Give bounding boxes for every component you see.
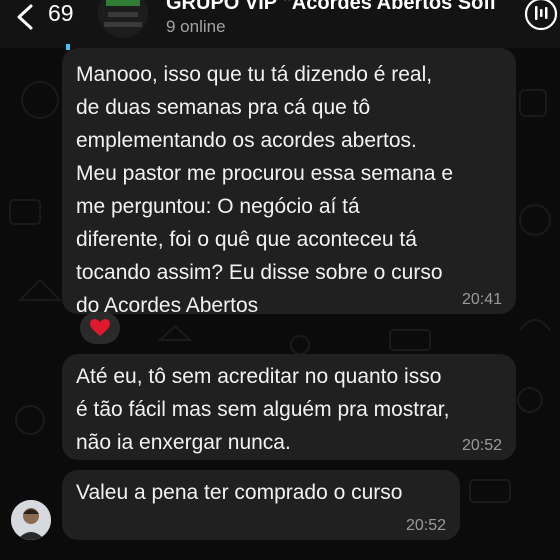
unread-count[interactable]: 69: [48, 0, 74, 27]
heart-reaction-icon: [90, 319, 110, 336]
message-text: Até eu, tô sem acreditar no quanto isso …: [76, 365, 450, 454]
message-text: Valeu a pena ter comprado o curso: [76, 481, 403, 504]
back-chevron-icon[interactable]: [14, 4, 36, 30]
message-bubble[interactable]: Manooo, isso que tu tá dizendo é real, d…: [62, 48, 516, 317]
online-status: 9 online: [166, 17, 226, 36]
group-name[interactable]: GRUPO VIP "Acordes Abertos Sofi: [166, 0, 506, 15]
chat-header: 69 GRUPO VIP "Acordes Abertos Sofi 9 onl…: [0, 0, 560, 48]
message-bubble[interactable]: Até eu, tô sem acreditar no quanto isso …: [62, 354, 516, 460]
quote-accent-mark: [66, 44, 70, 50]
voice-call-icon[interactable]: [523, 0, 559, 32]
message-time: 20:52: [461, 437, 502, 454]
sender-avatar[interactable]: [11, 500, 51, 540]
group-avatar[interactable]: [98, 0, 148, 38]
message-bubble[interactable]: Valeu a pena ter comprado o curso 20:52: [62, 470, 460, 540]
message-time: 20:41: [461, 291, 502, 308]
message-reaction[interactable]: [80, 312, 120, 344]
message-text: Manooo, isso que tu tá dizendo é real, d…: [76, 63, 454, 317]
message-time: 20:52: [405, 517, 446, 534]
